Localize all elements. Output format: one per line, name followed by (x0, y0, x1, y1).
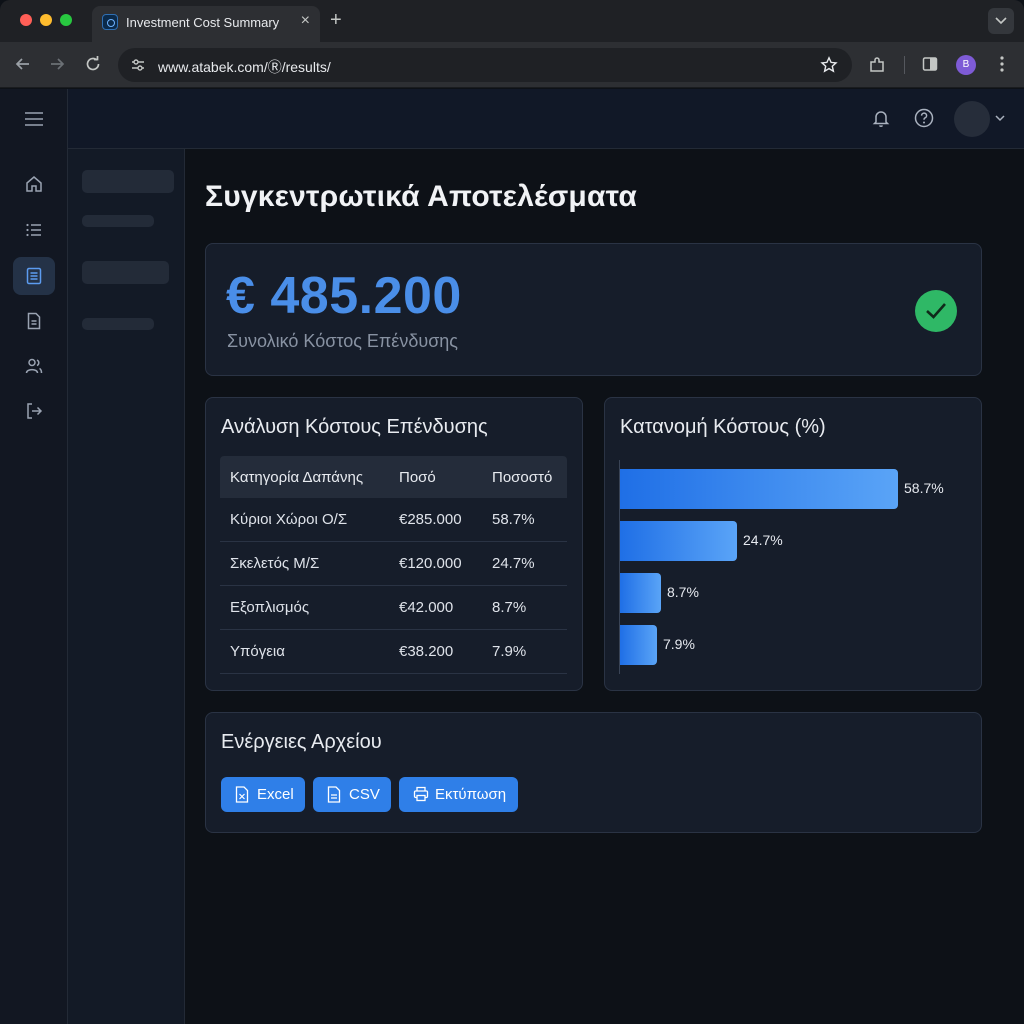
browser-tab-active[interactable]: Investment Cost Summary × (92, 6, 320, 42)
total-cost-label: Συνολικό Κόστος Επένδυσης (227, 331, 458, 351)
export-csv-label: CSV (349, 786, 380, 803)
window-close-button[interactable] (20, 14, 32, 26)
chart-bar-value-label: 8.7% (667, 584, 699, 600)
page-title: Συγκεντρωτικά Αποτελέσματα (205, 180, 638, 213)
row-amount: €38.200 (399, 643, 454, 660)
chart-bar-value-label: 58.7% (904, 480, 944, 496)
window-maximize-button[interactable] (60, 14, 72, 26)
cost-allocation-title: Κατανομή Κόστους (%) (620, 416, 826, 438)
url-text: www.atabek.com/Ⓡ/results/ (158, 59, 331, 75)
back-arrow-icon[interactable] (14, 55, 32, 73)
chart-bar (620, 625, 657, 665)
logout-icon (27, 403, 43, 419)
row-percent: 58.7% (492, 511, 535, 528)
browser-profile-avatar[interactable]: B (956, 55, 976, 75)
column-header-percent: Ποσοστό (492, 469, 553, 486)
skeleton-placeholder (82, 261, 169, 284)
skeleton-placeholder (82, 318, 154, 330)
sidebar-item-home[interactable] (13, 165, 55, 203)
table-row: Σκελετός Μ/Σ €120.000 24.7% (220, 542, 567, 586)
print-button[interactable]: Εκτύπωση (399, 777, 518, 812)
row-category: Υπόγεια (230, 643, 285, 660)
browser-toolbar: www.atabek.com/Ⓡ/results/ (0, 42, 1024, 88)
help-icon[interactable] (914, 108, 934, 128)
new-tab-button[interactable]: + (330, 10, 342, 30)
users-icon (25, 358, 43, 374)
excel-file-icon (235, 786, 249, 803)
export-csv-button[interactable]: CSV (313, 777, 391, 812)
browser-tab-strip: Investment Cost Summary × + (0, 0, 1024, 42)
sidebar-item-reports[interactable] (13, 257, 55, 295)
site-settings-icon[interactable] (130, 57, 146, 73)
row-percent: 7.9% (492, 643, 527, 660)
home-icon (26, 176, 42, 192)
row-category: Εξοπλισμός (230, 599, 310, 616)
table-row: Εξοπλισμός €42.000 8.7% (220, 586, 567, 630)
table-header: Κατηγορία Δαπάνης Ποσό Ποσοστό (220, 456, 567, 498)
row-percent: 24.7% (492, 555, 535, 572)
reload-icon[interactable] (84, 55, 102, 73)
list-icon (26, 223, 41, 237)
forward-arrow-icon[interactable] (48, 55, 66, 73)
window-minimize-button[interactable] (40, 14, 52, 26)
chart-bar-value-label: 24.7% (743, 532, 783, 548)
chevron-down-icon[interactable] (995, 114, 1005, 122)
total-cost-value: € 485.200 (226, 267, 462, 325)
app-header (68, 89, 1024, 149)
tab-title: Investment Cost Summary (126, 15, 280, 30)
report-document-icon (26, 267, 42, 285)
row-category: Σκελετός Μ/Σ (230, 555, 320, 572)
export-excel-label: Excel (257, 786, 294, 803)
site-favicon-icon (102, 14, 118, 30)
chart-bar (620, 469, 898, 509)
sidebar-item-list[interactable] (13, 211, 55, 249)
side-panel-icon[interactable] (922, 56, 938, 72)
row-amount: €120.000 (399, 555, 462, 572)
success-check-icon (915, 290, 957, 332)
file-text-icon (27, 312, 41, 330)
chevron-down-icon (995, 17, 1007, 25)
hamburger-menu-icon[interactable] (24, 111, 44, 127)
sidebar-item-users[interactable] (13, 347, 55, 385)
row-amount: €285.000 (399, 511, 462, 528)
chart-bar-value-label: 7.9% (663, 636, 695, 652)
skeleton-placeholder (82, 170, 174, 193)
user-avatar[interactable] (954, 101, 990, 137)
column-header-category: Κατηγορία Δαπάνης (230, 469, 364, 486)
table-row: Κύριοι Χώροι Ο/Σ €285.000 58.7% (220, 498, 567, 542)
sidebar-item-documents[interactable] (13, 302, 55, 340)
print-label: Εκτύπωση (435, 786, 507, 803)
chart-bar (620, 573, 661, 613)
secondary-sidebar (68, 149, 185, 1024)
row-amount: €42.000 (399, 599, 454, 616)
file-actions-title: Ενέργειες Αρχείου (221, 731, 382, 753)
extensions-icon[interactable] (868, 56, 886, 74)
checkmark-glyph (926, 303, 946, 319)
chart-bar (620, 521, 737, 561)
icon-sidebar (0, 89, 68, 1024)
table-row: Υπόγεια €38.200 7.9% (220, 630, 567, 674)
csv-file-icon (327, 786, 341, 803)
cost-breakdown-title: Ανάλυση Κόστους Επένδυσης (221, 416, 488, 438)
export-excel-button[interactable]: Excel (221, 777, 305, 812)
sidebar-item-logout[interactable] (13, 392, 55, 430)
column-header-amount: Ποσό (399, 469, 436, 486)
row-percent: 8.7% (492, 599, 527, 616)
printer-icon (413, 786, 429, 802)
skeleton-placeholder (82, 215, 154, 227)
row-category: Κύριοι Χώροι Ο/Σ (230, 511, 348, 528)
address-bar[interactable]: www.atabek.com/Ⓡ/results/ (118, 48, 852, 82)
toolbar-divider (904, 56, 905, 74)
notification-bell-icon[interactable] (871, 108, 891, 128)
bookmark-star-icon[interactable] (820, 56, 838, 74)
browser-menu-icon[interactable] (1000, 56, 1004, 72)
tab-close-icon[interactable]: × (301, 13, 310, 29)
tab-search-button[interactable] (988, 8, 1014, 34)
